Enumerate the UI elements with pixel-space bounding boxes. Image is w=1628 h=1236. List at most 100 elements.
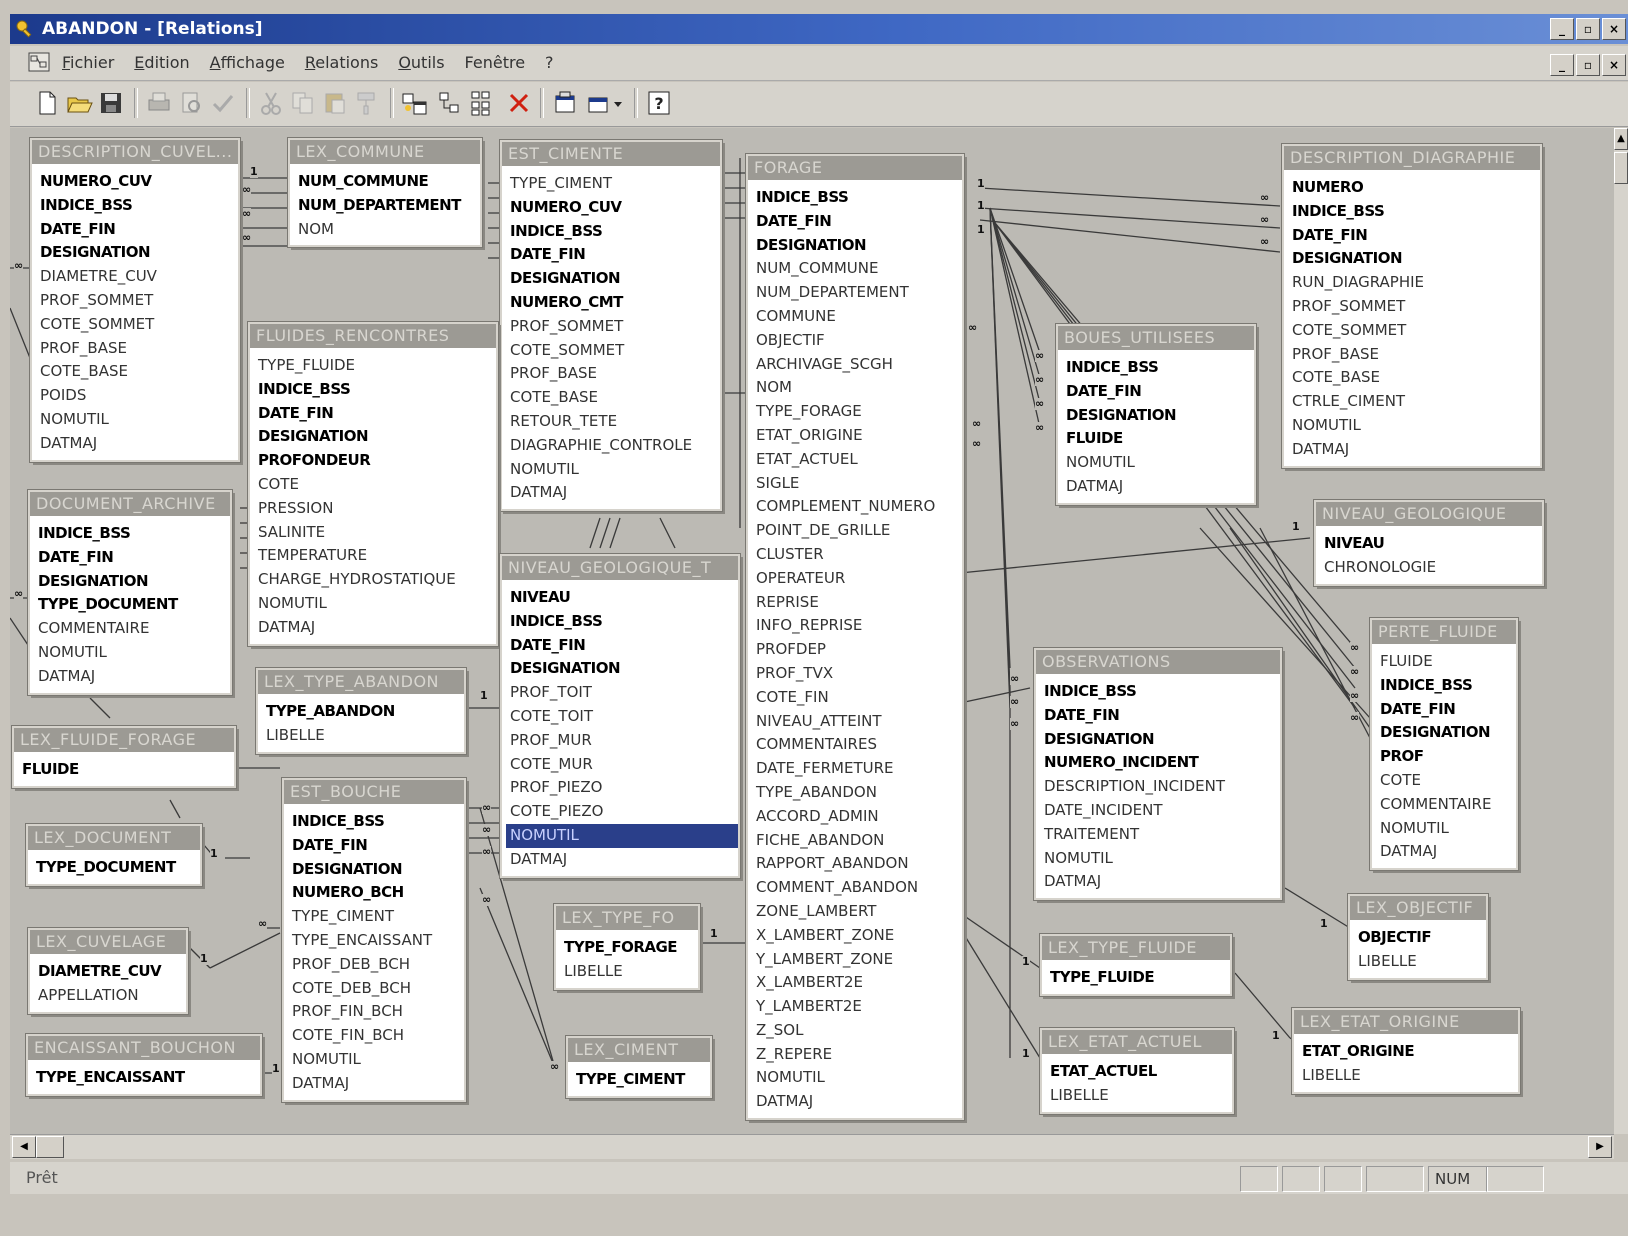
table-description-diagraphie[interactable]: DESCRIPTION_DIAGRAPHIE NUMERO INDICE_BSS D… — [1281, 143, 1543, 469]
relations-document-icon[interactable] — [28, 52, 50, 72]
table-field[interactable]: DATMAJ — [292, 1072, 458, 1096]
table-field[interactable]: PROF_TVX — [756, 662, 956, 686]
table-title[interactable]: LEX_ETAT_ACTUEL — [1042, 1030, 1232, 1054]
table-field[interactable]: COTE_MUR — [510, 753, 732, 777]
help-icon[interactable]: ? — [644, 88, 674, 118]
table-title[interactable]: PERTE_FLUIDE — [1372, 620, 1516, 644]
table-field[interactable]: NOMUTIL — [510, 458, 714, 482]
primary-key-field[interactable]: DESIGNATION — [1044, 728, 1274, 752]
table-field[interactable]: DATMAJ — [510, 481, 714, 505]
table-field[interactable]: REPRISE — [756, 591, 956, 615]
table-field[interactable]: COTE_BASE — [1292, 366, 1534, 390]
primary-key-field[interactable]: DESIGNATION — [292, 858, 458, 882]
primary-key-field[interactable]: NUMERO_CUV — [510, 196, 714, 220]
primary-key-field[interactable]: DESIGNATION — [510, 267, 714, 291]
primary-key-field[interactable]: DATE_FIN — [510, 243, 714, 267]
table-title[interactable]: LEX_CIMENT — [568, 1038, 710, 1062]
table-field[interactable]: OPERATEUR — [756, 567, 956, 591]
table-field[interactable]: NOMUTIL — [1066, 451, 1248, 475]
table-field[interactable]: TYPE_FLUIDE — [258, 354, 490, 378]
table-field[interactable]: APPELLATION — [38, 984, 180, 1008]
primary-key-field[interactable]: DESIGNATION — [38, 570, 224, 594]
table-field[interactable]: ETAT_ORIGINE — [756, 424, 956, 448]
table-lex-commune[interactable]: LEX_COMMUNE NUM_COMMUNE NUM_DEPARTEMENT NO… — [287, 136, 483, 249]
menu-fenetre[interactable]: Fenêtre — [465, 53, 526, 72]
format-painter-icon[interactable] — [352, 88, 382, 118]
primary-key-field[interactable]: TYPE_DOCUMENT — [36, 856, 194, 880]
table-title[interactable]: BOUES_UTILISEES — [1058, 326, 1254, 350]
table-field[interactable]: COTE_TOIT — [510, 705, 732, 729]
table-est-cimente[interactable]: EST_CIMENTE TYPE_CIMENT NUMERO_CUV INDICE_… — [499, 138, 723, 513]
primary-key-field[interactable]: DESIGNATION — [40, 241, 232, 265]
table-field[interactable]: NOMUTIL — [1380, 817, 1510, 841]
table-field[interactable]: Y_LAMBERT2E — [756, 995, 956, 1019]
table-title[interactable]: LEX_DOCUMENT — [28, 826, 200, 850]
print-preview-icon[interactable] — [176, 88, 206, 118]
table-field[interactable]: TRAITEMENT — [1044, 823, 1274, 847]
primary-key-field[interactable]: NIVEAU — [510, 586, 732, 610]
primary-key-field[interactable]: INDICE_BSS — [756, 186, 956, 210]
table-observations[interactable]: OBSERVATIONS INDICE_BSS DATE_FIN DESIGNATI… — [1033, 646, 1283, 902]
table-field[interactable]: COMMENTAIRE — [1380, 793, 1510, 817]
table-field[interactable]: ETAT_ACTUEL — [756, 448, 956, 472]
menu-fichier[interactable]: Fichier — [62, 53, 114, 72]
primary-key-field[interactable]: INDICE_BSS — [510, 610, 732, 634]
table-field[interactable]: DATMAJ — [1380, 840, 1510, 864]
table-document-archive[interactable]: DOCUMENT_ARCHIVE INDICE_BSS DATE_FIN DESIG… — [27, 489, 233, 696]
new-object-icon[interactable] — [584, 88, 626, 118]
table-lex-etat-origine[interactable]: LEX_ETAT_ORIGINE ETAT_ORIGINE LIBELLE — [1291, 1007, 1521, 1095]
primary-key-field[interactable]: TYPE_FORAGE — [564, 936, 692, 960]
doc-minimize-button[interactable]: _ — [1550, 54, 1574, 76]
primary-key-field[interactable]: FLUIDE — [1066, 427, 1248, 451]
table-title[interactable]: LEX_TYPE_FLUIDE — [1042, 936, 1230, 960]
primary-key-field[interactable]: DATE_FIN — [292, 834, 458, 858]
table-field[interactable]: NUM_COMMUNE — [756, 257, 956, 281]
menu-outils[interactable]: Outils — [398, 53, 444, 72]
primary-key-field[interactable]: TYPE_DOCUMENT — [38, 593, 224, 617]
table-field[interactable]: COTE_DEB_BCH — [292, 977, 458, 1001]
table-field[interactable]: NOMUTIL — [756, 1066, 956, 1090]
table-lex-type-abandon[interactable]: LEX_TYPE_ABANDON TYPE_ABANDON LIBELLE — [255, 667, 467, 755]
table-field[interactable]: RUN_DIAGRAPHIE — [1292, 271, 1534, 295]
table-field[interactable]: PROF_SOMMET — [1292, 295, 1534, 319]
table-field[interactable]: COTE_BASE — [40, 360, 232, 384]
table-field[interactable]: COTE_PIEZO — [510, 800, 732, 824]
table-title[interactable]: NIVEAU_GEOLOGIQUE — [1316, 502, 1542, 526]
horizontal-scroll-thumb[interactable] — [36, 1136, 64, 1158]
primary-key-field[interactable]: TYPE_CIMENT — [576, 1068, 704, 1092]
table-field[interactable]: TEMPERATURE — [258, 544, 490, 568]
table-field[interactable]: DATMAJ — [756, 1090, 956, 1114]
table-title[interactable]: DESCRIPTION_DIAGRAPHIE — [1284, 146, 1540, 170]
table-field[interactable]: COTE_FIN_BCH — [292, 1024, 458, 1048]
table-field[interactable]: DATE_INCIDENT — [1044, 799, 1274, 823]
table-field[interactable]: COMPLEMENT_NUMERO — [756, 495, 956, 519]
primary-key-field[interactable]: INDICE_BSS — [1044, 680, 1274, 704]
primary-key-field[interactable]: DATE_FIN — [40, 218, 232, 242]
menu-affichage[interactable]: Affichage — [210, 53, 285, 72]
table-field[interactable]: PROFDEP — [756, 638, 956, 662]
show-table-icon[interactable] — [400, 88, 430, 118]
table-title[interactable]: LEX_TYPE_ABANDON — [258, 670, 464, 694]
primary-key-field[interactable]: INDICE_BSS — [1292, 200, 1534, 224]
table-lex-cuvelage[interactable]: LEX_CUVELAGE DIAMETRE_CUV APPELLATION — [27, 927, 189, 1015]
table-lex-type-fluide[interactable]: LEX_TYPE_FLUIDE TYPE_FLUIDE — [1039, 933, 1233, 997]
scroll-left-icon[interactable]: ◀ — [12, 1136, 36, 1158]
table-title[interactable]: LEX_OBJECTIF — [1350, 896, 1486, 920]
table-field[interactable]: RAPPORT_ABANDON — [756, 852, 956, 876]
table-field[interactable]: DIAGRAPHIE_CONTROLE — [510, 434, 714, 458]
primary-key-field[interactable]: DESIGNATION — [1066, 404, 1248, 428]
table-field[interactable]: PROF_BASE — [1292, 343, 1534, 367]
table-title[interactable]: LEX_TYPE_FO — [556, 906, 698, 930]
table-encaissant-bouchon[interactable]: ENCAISSANT_BOUCHON TYPE_ENCAISSANT — [25, 1033, 263, 1097]
primary-key-field[interactable]: DATE_FIN — [1044, 704, 1274, 728]
primary-key-field[interactable]: NIVEAU — [1324, 532, 1536, 556]
table-field[interactable]: OBJECTIF — [756, 329, 956, 353]
table-field[interactable]: DATMAJ — [258, 616, 490, 640]
table-field[interactable]: COTE_FIN — [756, 686, 956, 710]
primary-key-field[interactable]: FLUIDE — [22, 758, 228, 782]
primary-key-field[interactable]: TYPE_ABANDON — [266, 700, 458, 724]
table-title[interactable]: NIVEAU_GEOLOGIQUE_T — [502, 556, 738, 580]
table-field[interactable]: PRESSION — [258, 497, 490, 521]
table-field[interactable]: PROF_BASE — [510, 362, 714, 386]
doc-restore-button[interactable]: ▫ — [1576, 54, 1600, 76]
